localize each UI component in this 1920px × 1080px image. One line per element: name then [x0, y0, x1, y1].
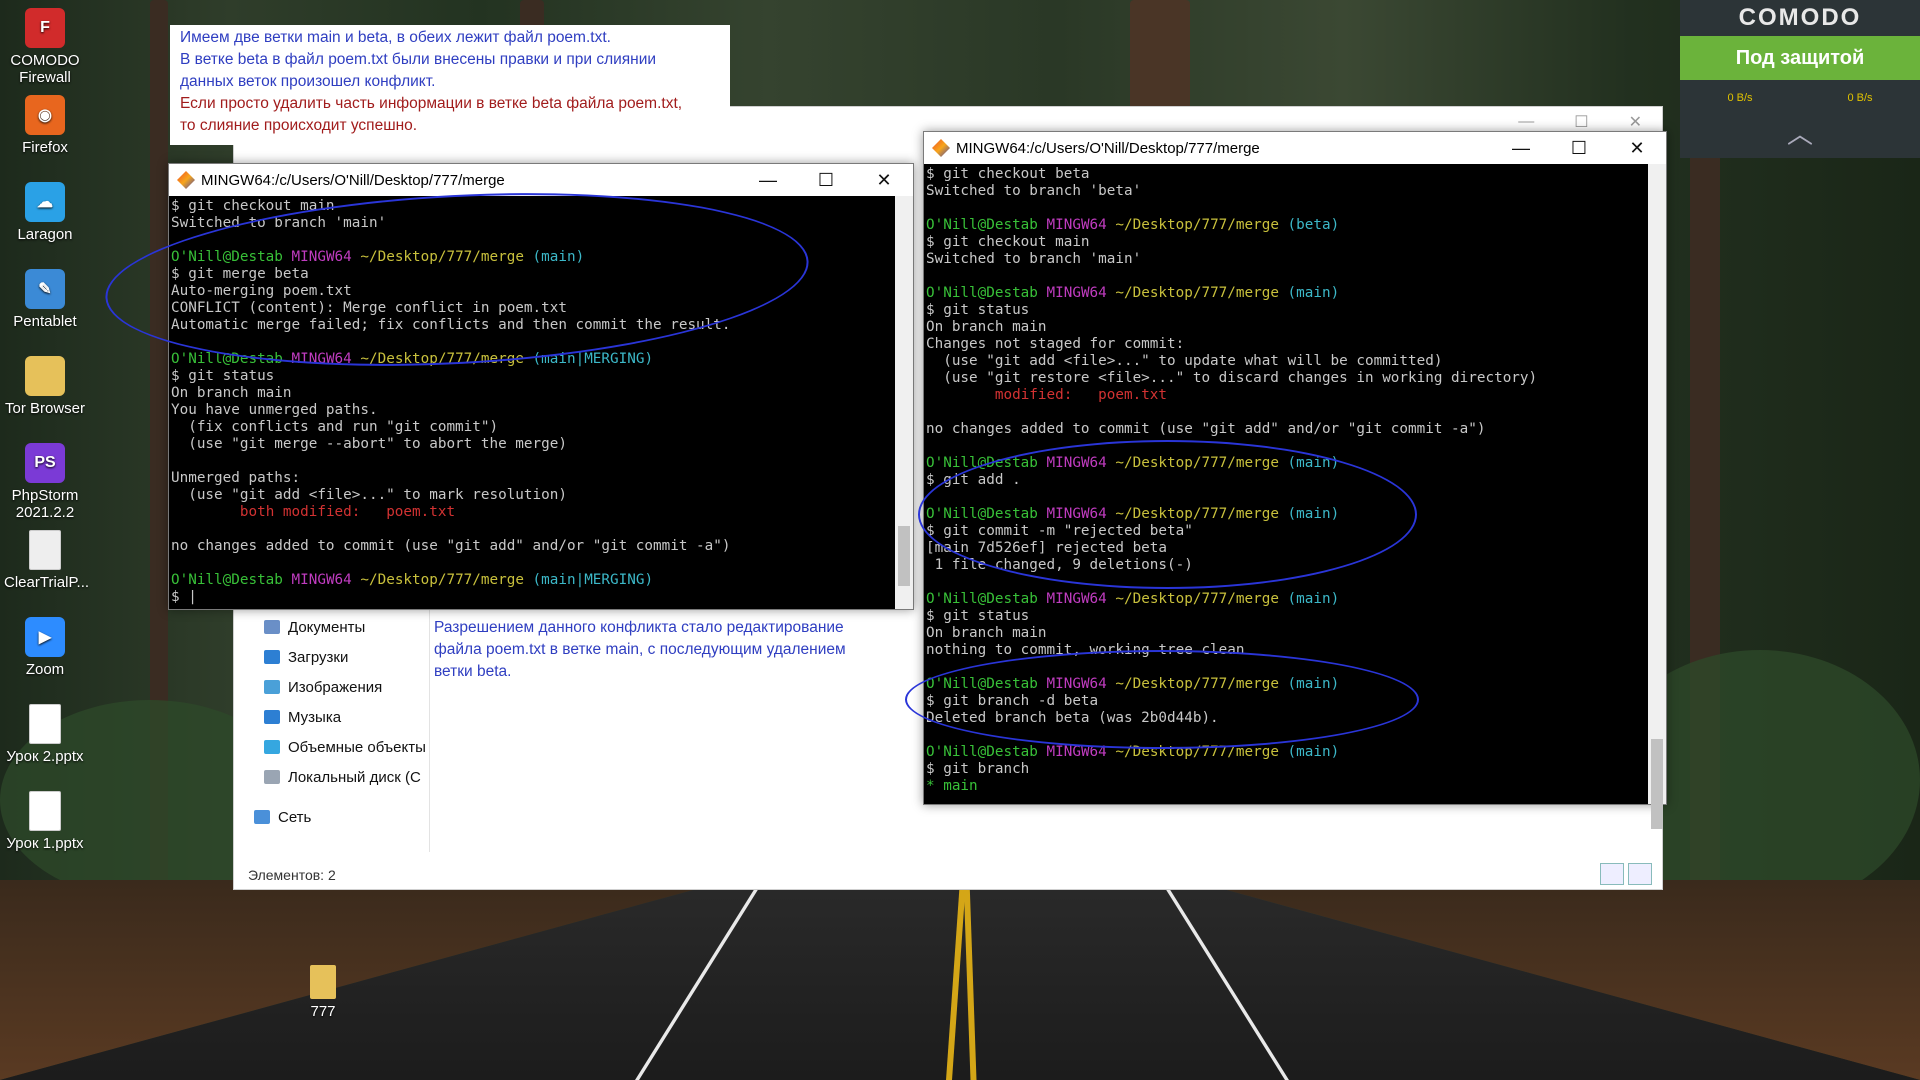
images-icon — [264, 680, 280, 694]
sidebar-item-label: Локальный диск (C — [288, 768, 421, 786]
comodo-rate-in: 0 B/s — [1727, 92, 1753, 104]
comodo-widget[interactable]: COMODO Под защитой 0 B/s 0 B/s ︿ — [1680, 0, 1920, 158]
desktop-icon[interactable]: ✎ Pentablet — [4, 269, 86, 330]
3d-objects-icon — [264, 740, 280, 754]
divider — [429, 602, 430, 852]
sidebar-item-label: Сеть — [278, 808, 312, 826]
pentablet-icon: ✎ — [25, 269, 65, 309]
laragon-icon: ☁ — [25, 182, 65, 222]
desktop-icon-label: COMODO Firewall — [10, 52, 80, 86]
terminal-titlebar: MINGW64:/c/Users/O'Nill/Desktop/777/merg… — [924, 132, 1666, 164]
explorer-status: Элементов: 2 — [248, 867, 336, 883]
highlight-oval — [918, 440, 1417, 589]
desktop-icon-label: 777 — [310, 1003, 336, 1020]
desktop-icon[interactable]: ▶ Zoom — [4, 617, 86, 678]
maximize-icon[interactable]: ☐ — [797, 170, 855, 191]
downloads-icon — [264, 650, 280, 664]
sidebar-item-label: Музыка — [288, 708, 342, 726]
sidebar-item[interactable]: Локальный диск (C — [264, 762, 464, 792]
document-icon — [29, 530, 61, 570]
firefox-icon: ◉ — [25, 95, 65, 135]
sidebar-item[interactable]: Объемные объекты — [264, 732, 464, 762]
folder-icon — [25, 356, 65, 396]
desktop-icon-label: PhpStorm 2021.2.2 — [11, 487, 79, 521]
chevron-up-icon[interactable]: ︿ — [1680, 114, 1920, 151]
documents-icon — [264, 620, 280, 634]
view-switcher — [1600, 863, 1652, 885]
phpstorm-icon: PS — [25, 443, 65, 483]
note-line: то слияние происходит успешно. — [180, 117, 418, 134]
network-icon — [254, 810, 270, 824]
scrollbar[interactable] — [895, 196, 913, 609]
note-line: данных веток произошел конфликт. — [180, 73, 436, 90]
disk-icon — [264, 770, 280, 784]
desktop-icon-label: Laragon — [17, 226, 73, 243]
desktop-icon[interactable]: Tor Browser — [4, 356, 86, 417]
folder-icon — [310, 965, 336, 999]
music-icon — [264, 710, 280, 724]
maximize-icon[interactable]: ☐ — [1550, 138, 1608, 159]
terminal-titlebar: MINGW64:/c/Users/O'Nill/Desktop/777/merg… — [169, 164, 913, 196]
note-line: В ветке beta в файл poem.txt были внесен… — [180, 51, 657, 68]
minimize-icon[interactable]: — — [739, 170, 797, 191]
sidebar-item-label: Документы — [288, 618, 366, 636]
desktop-icon-label: Урок 1.pptx — [6, 835, 84, 852]
sidebar-item-label: Загрузки — [288, 648, 349, 666]
tiles-view-icon[interactable] — [1628, 863, 1652, 885]
desktop-icon[interactable]: F COMODO Firewall — [4, 8, 86, 86]
resolution-note: Разрешением данного конфликта стало реда… — [434, 619, 846, 680]
comodo-firewall-icon: F — [25, 8, 65, 48]
maximize-icon[interactable]: ☐ — [1574, 112, 1588, 132]
terminal-title: MINGW64:/c/Users/O'Nill/Desktop/777/merg… — [201, 171, 505, 189]
sidebar-item-label: Объемные объекты — [288, 738, 426, 756]
annotation-note: Имеем две ветки main и beta, в обеих леж… — [170, 25, 730, 145]
desktop-icon-label: Firefox — [22, 139, 68, 156]
highlight-oval — [905, 650, 1419, 749]
close-icon[interactable]: ✕ — [855, 170, 913, 191]
document-icon — [29, 791, 61, 831]
minimize-icon[interactable]: — — [1518, 113, 1534, 131]
git-bash-icon — [177, 171, 195, 189]
sidebar-item[interactable]: Сеть — [254, 802, 464, 832]
details-view-icon[interactable] — [1600, 863, 1624, 885]
sidebar-item-label: Изображения — [288, 678, 383, 696]
comodo-status[interactable]: Под защитой — [1680, 36, 1920, 80]
minimize-icon[interactable]: — — [1492, 138, 1550, 159]
comodo-rate-out: 0 B/s — [1847, 92, 1873, 104]
close-icon[interactable]: ✕ — [1608, 138, 1666, 159]
sidebar-item[interactable]: Музыка — [264, 702, 464, 732]
zoom-icon: ▶ — [25, 617, 65, 657]
note-line: Если просто удалить часть информации в в… — [180, 95, 683, 112]
desktop-icon[interactable]: Урок 2.pptx — [4, 704, 86, 765]
git-bash-icon — [932, 139, 950, 157]
desktop-icon-label: Zoom — [25, 661, 65, 678]
desktop-icon-label: Tor Browser — [4, 400, 86, 417]
desktop-icon-label: ClearTrialP... — [4, 574, 90, 591]
note-line: Имеем две ветки main и beta, в обеих леж… — [180, 29, 611, 46]
desktop-icon[interactable]: PS PhpStorm 2021.2.2 — [4, 443, 86, 521]
comodo-brand: COMODO — [1738, 4, 1862, 31]
desktop-icon[interactable]: ◉ Firefox — [4, 95, 86, 156]
desktop-icon[interactable]: ClearTrialP... — [4, 530, 90, 591]
scrollbar[interactable] — [1648, 164, 1666, 829]
desktop-icon[interactable]: ☁ Laragon — [4, 182, 86, 243]
desktop-icon-label: Pentablet — [13, 313, 77, 330]
terminal-title: MINGW64:/c/Users/O'Nill/Desktop/777/merg… — [956, 139, 1260, 157]
document-icon — [29, 704, 61, 744]
desktop-icon[interactable]: Урок 1.pptx — [4, 791, 86, 852]
folder-777[interactable]: 777 — [282, 965, 364, 1020]
close-icon[interactable]: ✕ — [1629, 112, 1642, 132]
desktop-icon-label: Урок 2.pptx — [6, 748, 84, 765]
